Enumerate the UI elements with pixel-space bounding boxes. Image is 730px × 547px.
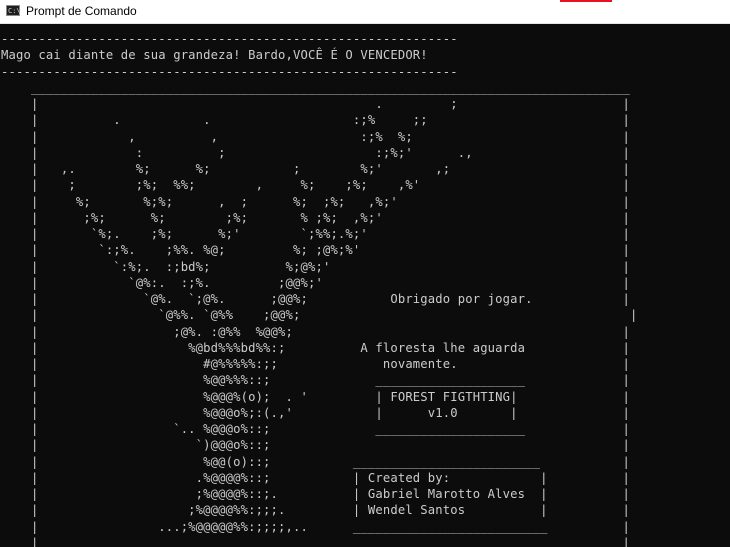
console-line: | %@@%%%::; ____________________ | xyxy=(1,373,630,388)
window-caption-area xyxy=(612,0,730,2)
console-line: | `:%;. :;bd%; %;@%;' | xyxy=(1,259,630,274)
console-line: | %; %;%; , ; %; ;%; ,%;' | xyxy=(1,194,630,209)
console-line: | , , :;% %; | xyxy=(1,129,630,144)
console-line: ----------------------------------------… xyxy=(1,32,458,46)
console-line: |_______________________________________… xyxy=(1,535,630,547)
console-line: | `@%:. :;%. ;@@%;' | xyxy=(1,275,630,290)
console-line: | : ; :;%;' ., | xyxy=(1,145,630,160)
console-line: | %@bd%%%bd%%:; A floresta lhe aguarda | xyxy=(1,340,630,355)
cmd-icon: C:\ xyxy=(6,5,21,16)
console-line: | `:;%. ;%%. %@; %; ;@%;%' | xyxy=(1,243,630,258)
console-line: | ;%@@@@%%:;;;. | Wendel Santos | | xyxy=(1,503,630,518)
console-line: | ;@%. :@%% %@@%; | xyxy=(1,324,630,339)
console-line: | .%@@@@%::; | Created by: | | xyxy=(1,470,630,485)
console-output[interactable]: ----------------------------------------… xyxy=(1,31,730,547)
console-line: | ;%; %; ;%; % ;%; ,%;' | xyxy=(1,210,630,225)
console-line: | `@%. `;@%. ;@@%; Obrigado por jogar. | xyxy=(1,292,630,306)
console-line: Mago cai diante de sua grandeza! Bardo,V… xyxy=(1,48,428,63)
console-line: | %@@@o%;:(.,' | v1.0 | | xyxy=(1,405,630,420)
console-line: | . ; | xyxy=(1,97,630,111)
window-title: Prompt de Comando xyxy=(26,4,137,18)
close-button-accent[interactable] xyxy=(560,0,612,2)
console-line: | ,. %; %; ; %;' ,; | xyxy=(1,162,630,176)
console-line: | #@%%%%%:;; novamente. | xyxy=(1,357,630,371)
console-line: | %@@@%(o); . ' | FOREST FIGTHTING| | xyxy=(1,389,630,404)
console-line: | ...;%@@@@@%%:;;;;,.. _________________… xyxy=(1,519,630,534)
console-line: | %@@(o)::; _________________________ | xyxy=(1,454,630,469)
title-bar[interactable]: C:\ Prompt de Comando xyxy=(0,0,730,24)
console-line: | `.. %@@@o%::; ____________________ | xyxy=(1,422,630,436)
console-line: | `%;. ;%; %;' `;%%;.%;' | xyxy=(1,227,630,241)
console-line: ----------------------------------------… xyxy=(1,64,458,79)
console-line: | `@%%. `@%% ;@@%; | xyxy=(1,308,638,323)
console-line: ________________________________________… xyxy=(1,80,630,95)
console-line: | ;%@@@@%::;. | Gabriel Marotto Alves | … xyxy=(1,487,630,501)
console-line: | `)@@@o%::; | xyxy=(1,438,630,453)
console-line: | . . :;% ;; | xyxy=(1,113,630,128)
console-line: | ; ;%; %%; , %; ;%; ,%' | xyxy=(1,178,630,193)
